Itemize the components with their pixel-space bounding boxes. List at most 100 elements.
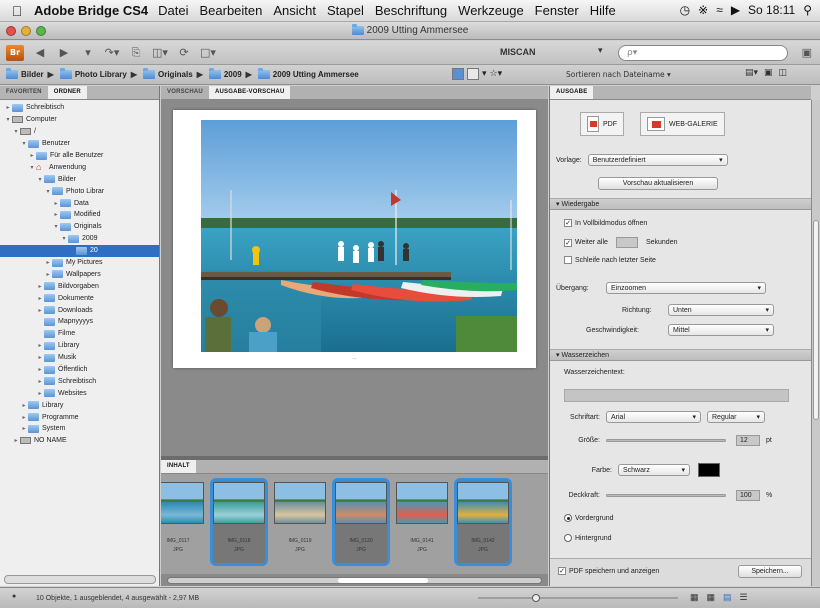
foreground-radio[interactable]: [564, 514, 572, 522]
view-list-button[interactable]: [467, 68, 479, 80]
tree-item[interactable]: ▸ Schreibtisch: [0, 102, 159, 114]
disclosure-closed-icon[interactable]: ▸: [44, 259, 52, 266]
thumbnail[interactable]: IMG_0118 JPG: [210, 478, 268, 566]
chevron-down-icon[interactable]: ▾: [598, 46, 603, 56]
tree-item[interactable]: ▸ Library: [0, 399, 159, 411]
sort-dropdown[interactable]: Sortieren nach Dateiname ▾: [566, 70, 671, 79]
tree-item[interactable]: ▸ System: [0, 423, 159, 435]
tree-item[interactable]: ▸ Musik: [0, 352, 159, 364]
tab-favoriten[interactable]: Favoriten: [0, 86, 48, 99]
disclosure-closed-icon[interactable]: ▸: [4, 104, 12, 111]
camera-download-icon[interactable]: ⎘: [128, 45, 144, 61]
scrollbar-thumb[interactable]: [338, 578, 428, 583]
tree-item[interactable]: ▾ 2009: [0, 233, 159, 245]
disclosure-open-icon[interactable]: ▾: [60, 235, 68, 242]
disclosure-closed-icon[interactable]: ▸: [52, 200, 60, 207]
thumbnail[interactable]: IMG_0120 JPG: [332, 478, 390, 566]
disclosure-open-icon[interactable]: ▾: [12, 128, 20, 135]
font-style-select[interactable]: Regular ▾: [707, 411, 765, 423]
chevron-down-icon[interactable]: ▾: [80, 45, 96, 61]
background-radio[interactable]: [564, 534, 572, 542]
disclosure-closed-icon[interactable]: ▸: [52, 211, 60, 218]
menu-hilfe[interactable]: Hilfe: [590, 3, 616, 18]
tree-item[interactable]: ▸ Library: [0, 340, 159, 352]
apple-icon[interactable]: : [0, 3, 34, 19]
view-list-icon[interactable]: ☰: [740, 592, 748, 603]
breadcrumb-utting[interactable]: 2009 Utting Ammersee: [257, 68, 359, 79]
bridge-logo-icon[interactable]: Br: [6, 44, 24, 61]
tree-item[interactable]: ▸ Data: [0, 197, 159, 209]
tree-item[interactable]: ▾ ⌂ Anwendung: [0, 161, 159, 173]
disclosure-closed-icon[interactable]: ▸: [44, 271, 52, 278]
menu-beschriftung[interactable]: Beschriftung: [375, 3, 447, 18]
tree-item[interactable]: ▸ NO NAME: [0, 435, 159, 447]
chevron-down-icon[interactable]: ▾: [482, 69, 487, 79]
menu-datei[interactable]: Datei: [158, 3, 188, 18]
watermark-text-input[interactable]: [564, 389, 789, 402]
rotate-icon[interactable]: ⟳: [176, 45, 192, 61]
zoom-button[interactable]: [36, 26, 46, 36]
clock[interactable]: So 18:11: [748, 3, 795, 17]
tree-item[interactable]: ▸ Bildvorgaben: [0, 280, 159, 292]
advance-checkbox[interactable]: ✓: [564, 238, 572, 247]
bluetooth-icon[interactable]: ※: [698, 3, 708, 17]
menu-werkzeuge[interactable]: Werkzeuge: [458, 3, 524, 18]
forward-button[interactable]: ▶: [56, 45, 72, 61]
disclosure-open-icon[interactable]: ▾: [44, 188, 52, 195]
disclosure-open-icon[interactable]: ▾: [52, 223, 60, 230]
web-gallery-button[interactable]: WEB-GALERIE: [640, 112, 725, 136]
disclosure-open-icon[interactable]: ▾: [36, 176, 44, 183]
timemachine-icon[interactable]: ◷: [680, 3, 690, 17]
recent-folder-icon[interactable]: ↷▾: [104, 45, 120, 61]
lock-thumbnail-grid-icon[interactable]: ▦: [690, 592, 699, 603]
thumbnail[interactable]: IMG_0119 JPG: [271, 478, 329, 566]
disclosure-closed-icon[interactable]: ▸: [36, 295, 44, 302]
tree-item[interactable]: 20: [0, 244, 159, 257]
color-swatch[interactable]: [698, 463, 720, 477]
breadcrumb-originals[interactable]: Originals ▶: [143, 68, 207, 79]
view-details-icon[interactable]: ▤: [723, 592, 732, 603]
direction-select[interactable]: Unten ▾: [668, 304, 774, 316]
wifi-icon[interactable]: ≈: [716, 3, 723, 17]
filmstrip-scrollbar[interactable]: [167, 577, 542, 584]
app-menu[interactable]: Adobe Bridge CS4: [34, 3, 148, 18]
tab-ordner[interactable]: Ordner: [47, 86, 87, 99]
thumbnail[interactable]: IMG_0141 JPG: [393, 478, 451, 566]
disclosure-closed-icon[interactable]: ▸: [20, 425, 28, 432]
thumbnail-size-slider[interactable]: [478, 594, 678, 602]
compact-mode-icon[interactable]: ▣: [802, 46, 812, 59]
opacity-input[interactable]: 100: [736, 490, 760, 501]
disclosure-open-icon[interactable]: ▾: [20, 140, 28, 147]
view-grid-button[interactable]: [452, 68, 464, 80]
tree-item[interactable]: ▸ Schreibtisch: [0, 375, 159, 387]
tree-item[interactable]: ▾ Computer: [0, 114, 159, 126]
right-panel-scrollbar[interactable]: [811, 100, 820, 586]
save-show-checkbox[interactable]: ✓: [558, 567, 566, 575]
menu-bearbeiten[interactable]: Bearbeiten: [199, 3, 262, 18]
size-slider[interactable]: [606, 439, 726, 442]
tree-item[interactable]: ▸ Websites: [0, 387, 159, 399]
open-in-camera-raw-icon[interactable]: □▾: [200, 45, 216, 61]
tab-inhalt[interactable]: Inhalt: [161, 460, 196, 473]
tree-item[interactable]: Mapnyyyys: [0, 316, 159, 328]
back-button[interactable]: ◀: [32, 45, 48, 61]
menu-ansicht[interactable]: Ansicht: [273, 3, 316, 18]
disclosure-closed-icon[interactable]: ▸: [12, 437, 20, 444]
disclosure-closed-icon[interactable]: ▸: [28, 152, 36, 159]
trash-icon[interactable]: ◫: [779, 68, 788, 78]
tree-item[interactable]: ▾ Photo Librar: [0, 185, 159, 197]
volume-icon[interactable]: ▶: [731, 3, 740, 17]
breadcrumb-bilder[interactable]: Bilder ▶: [6, 68, 58, 79]
breadcrumb-2009[interactable]: 2009 ▶: [208, 68, 256, 79]
tree-item[interactable]: ▾ /: [0, 126, 159, 138]
tree-item[interactable]: ▾ Benutzer: [0, 138, 159, 150]
tab-vorschau[interactable]: Vorschau: [161, 86, 209, 99]
speed-select[interactable]: Mittel ▾: [668, 324, 774, 336]
tree-item[interactable]: ▸ Programme: [0, 411, 159, 423]
horizontal-scrollbar[interactable]: [4, 575, 156, 584]
minimize-button[interactable]: [21, 26, 31, 36]
transition-select[interactable]: Einzoomen ▾: [606, 282, 766, 294]
disclosure-closed-icon[interactable]: ▸: [20, 402, 28, 409]
save-button[interactable]: Speichern...: [738, 565, 802, 578]
menu-stapel[interactable]: Stapel: [327, 3, 364, 18]
